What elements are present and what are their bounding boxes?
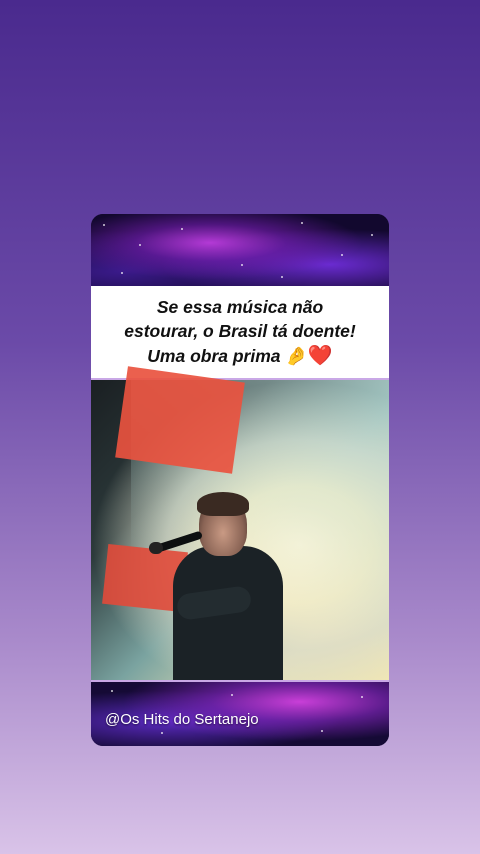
- caption-line-1: Se essa música não: [156, 297, 324, 317]
- concert-video[interactable]: [91, 366, 389, 682]
- red-stage-panel: [115, 366, 245, 474]
- caption-box: Se essa música não estourar, o Brasil tá…: [91, 286, 389, 380]
- microphone-head: [149, 542, 163, 554]
- pinched-fingers-icon: 🤌: [285, 346, 308, 367]
- galaxy-banner-top: [91, 214, 389, 286]
- performer-hair: [197, 492, 249, 516]
- caption-line-2: estourar, o Brasil tá doente!: [124, 321, 356, 341]
- account-handle[interactable]: @Os Hits do Sertanejo: [105, 711, 259, 728]
- heart-icon: ❤️: [307, 343, 333, 367]
- caption-line-3: Uma obra prima 🤌❤️: [147, 343, 332, 369]
- star-field: [91, 214, 389, 286]
- galaxy-banner-bottom: @Os Hits do Sertanejo: [91, 680, 389, 746]
- post-card[interactable]: Se essa música não estourar, o Brasil tá…: [91, 214, 389, 746]
- caption-line-3-text: Uma obra prima: [147, 346, 281, 366]
